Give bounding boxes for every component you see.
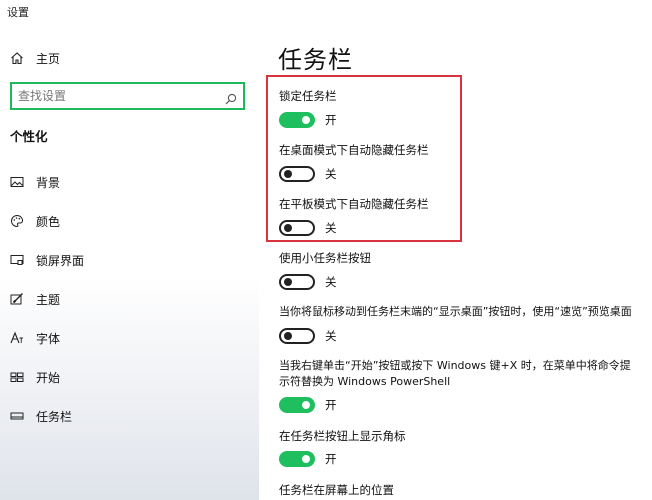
sidebar-item-fonts[interactable]: 字体 <box>0 325 259 351</box>
setting-label-powershell-line2: 示符替换为 Windows PowerShell <box>279 375 451 388</box>
sidebar-item-colors[interactable]: 颜色 <box>0 208 259 234</box>
sidebar-item-lock-screen[interactable]: 锁屏界面 <box>0 247 259 273</box>
setting-label-autohide-tablet: 在平板模式下自动隐藏任务栏 <box>279 197 429 211</box>
toggle-badges[interactable] <box>279 451 315 467</box>
sidebar-item-background[interactable]: 背景 <box>0 169 259 195</box>
toggle-state-label: 关 <box>325 329 337 343</box>
toggle-knob <box>284 278 292 286</box>
setting-label-peek: 当你将鼠标移动到任务栏末端的“显示桌面”按钮时，使用“速览”预览桌面 <box>279 305 632 318</box>
section-label-taskbar-location: 任务栏在屏幕上的位置 <box>279 483 394 497</box>
settings-window: 设置 主页 个性化 背景 颜色 <box>0 0 652 500</box>
home-icon <box>10 51 24 65</box>
section-heading-personalization: 个性化 <box>10 129 48 144</box>
setting-label-lock-taskbar: 锁定任务栏 <box>279 89 337 103</box>
sidebar-item-label: 开始 <box>36 370 61 385</box>
toggle-state-label: 关 <box>325 167 337 181</box>
window-title: 设置 <box>7 6 29 19</box>
setting-label-small-buttons: 使用小任务栏按钮 <box>279 251 371 265</box>
toggle-knob <box>302 401 310 409</box>
sidebar-item-start[interactable]: 开始 <box>0 364 259 390</box>
toggle-lock-taskbar[interactable] <box>279 112 315 128</box>
toggle-state-label: 关 <box>325 275 337 289</box>
toggle-knob <box>284 224 292 232</box>
sidebar-item-label: 主页 <box>36 51 61 66</box>
toggle-state-label: 开 <box>325 113 337 127</box>
search-input[interactable] <box>18 89 218 103</box>
sidebar-item-home[interactable]: 主页 <box>0 46 259 70</box>
sidebar-item-themes[interactable]: 主题 <box>0 286 259 312</box>
sidebar-item-label: 任务栏 <box>36 409 73 424</box>
toggle-autohide-tablet[interactable] <box>279 220 315 236</box>
toggle-small-buttons[interactable] <box>279 274 315 290</box>
toggle-knob <box>284 170 292 178</box>
page-title: 任务栏 <box>278 46 353 74</box>
search-icon[interactable] <box>225 90 237 105</box>
toggle-state-label: 开 <box>325 398 337 412</box>
start-grid-icon <box>10 370 24 384</box>
main-content: 任务栏 锁定任务栏 开 在桌面模式下自动隐藏任务栏 关 在平板模式下自动隐藏任务… <box>259 0 652 500</box>
toggle-autohide-desktop[interactable] <box>279 166 315 182</box>
toggle-knob <box>302 116 310 124</box>
sidebar-item-label: 锁屏界面 <box>36 253 85 268</box>
sidebar-item-label: 主题 <box>36 292 61 307</box>
toggle-knob <box>284 332 292 340</box>
sidebar: 设置 主页 个性化 背景 颜色 <box>0 0 259 500</box>
toggle-state-label: 开 <box>325 452 337 466</box>
setting-label-autohide-desktop: 在桌面模式下自动隐藏任务栏 <box>279 143 429 157</box>
font-icon <box>10 331 24 345</box>
taskbar-icon <box>10 409 24 423</box>
setting-label-badges: 在任务栏按钮上显示角标 <box>279 429 406 443</box>
lock-screen-icon <box>10 253 24 267</box>
sidebar-item-label: 背景 <box>36 175 61 190</box>
toggle-state-label: 关 <box>325 221 337 235</box>
theme-brush-icon <box>10 292 24 306</box>
search-box[interactable] <box>10 82 245 110</box>
toggle-powershell[interactable] <box>279 397 315 413</box>
toggle-knob <box>302 455 310 463</box>
toggle-peek[interactable] <box>279 328 315 344</box>
picture-icon <box>10 175 24 189</box>
sidebar-item-label: 颜色 <box>36 214 61 229</box>
setting-label-powershell-line1: 当我右键单击“开始”按钮或按下 Windows 键+X 时，在菜单中将命令提 <box>279 359 631 372</box>
sidebar-item-label: 字体 <box>36 331 61 346</box>
sidebar-item-taskbar[interactable]: 任务栏 <box>0 403 259 429</box>
palette-icon <box>10 214 24 228</box>
